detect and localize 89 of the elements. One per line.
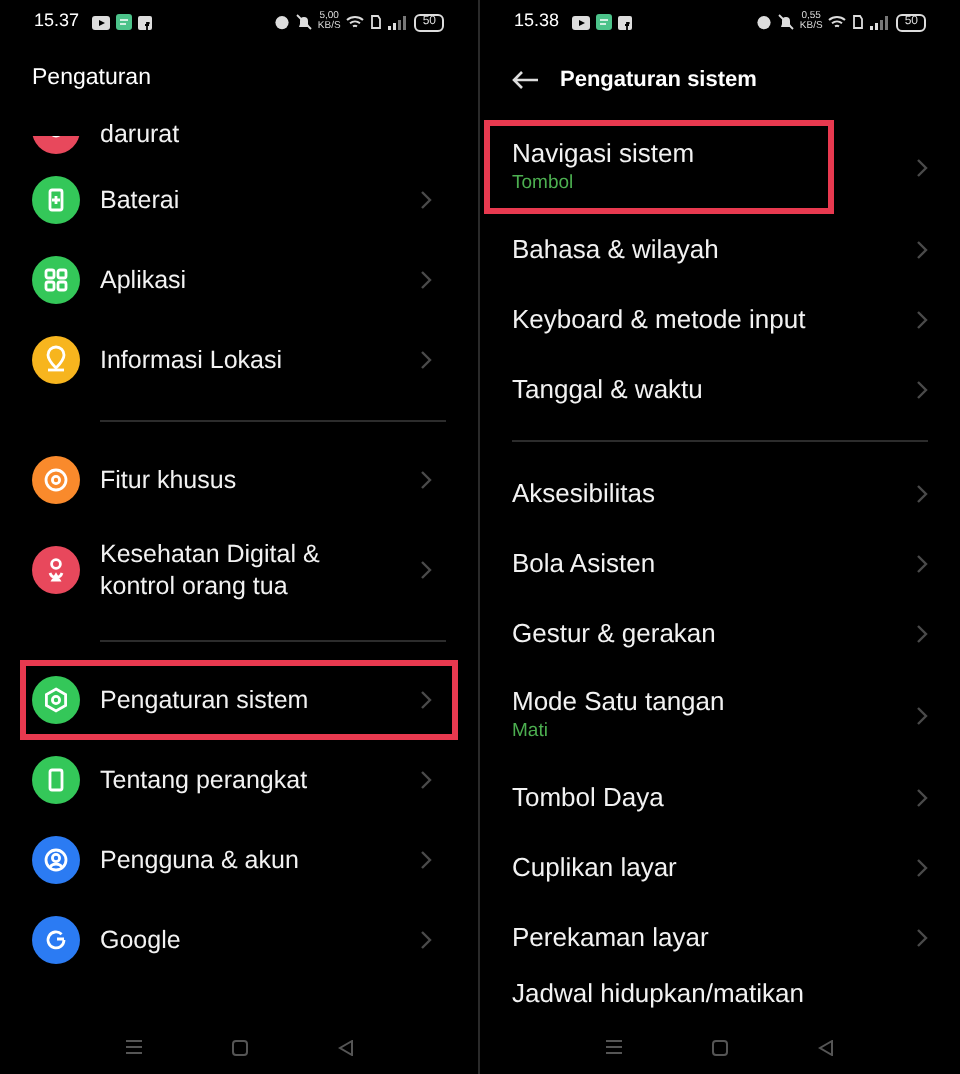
setting-label: Cuplikan layar (512, 851, 677, 883)
signal-icon (388, 15, 407, 29)
page-title: Pengaturan sistem (560, 65, 757, 96)
chevron-right-icon (916, 309, 928, 329)
back-icon[interactable] (818, 1039, 834, 1055)
setting-value: Tombol (512, 170, 576, 196)
chevron-right-icon (916, 857, 928, 877)
settings-item[interactable]: Perekaman layar (480, 902, 960, 972)
setting-label: Tanggal & waktu (512, 373, 703, 405)
settings-item[interactable]: Fitur khusus (20, 440, 458, 520)
setting-label: Baterai (100, 184, 180, 216)
setting-label: darurat (100, 118, 180, 150)
setting-label: Fitur khusus (100, 464, 237, 496)
chevron-right-icon (420, 930, 432, 950)
setting-label: Navigasi sistem (512, 138, 695, 170)
muted-bell-icon (777, 14, 794, 30)
setting-label: Mode Satu tangan (512, 686, 725, 718)
settings-item[interactable]: Mode Satu tangan Mati (480, 668, 960, 762)
home-icon[interactable] (712, 1039, 728, 1055)
settings-item[interactable]: Informasi Lokasi (20, 320, 458, 400)
chevron-right-icon (420, 190, 432, 210)
page-title: Pengaturan (32, 64, 151, 95)
settings-item[interactable]: Bola Asisten (480, 528, 960, 598)
chevron-right-icon (420, 770, 432, 790)
setting-label: Bahasa & wilayah (512, 233, 719, 265)
settings-item[interactable]: Gestur & gerakan (480, 598, 960, 668)
chevron-right-icon (916, 553, 928, 573)
settings-item[interactable]: Aplikasi (20, 240, 458, 320)
setting-label: Aplikasi (100, 264, 187, 296)
status-time: 15.37 (34, 8, 80, 35)
chevron-right-icon (420, 270, 432, 290)
setting-label: Gestur & gerakan (512, 617, 716, 649)
chevron-right-icon (420, 850, 432, 870)
settings-item[interactable]: Navigasi sistem Tombol (480, 120, 960, 214)
settings-item[interactable]: Pengguna & akun (20, 820, 458, 900)
settings-item[interactable]: Pengaturan sistem (20, 660, 458, 740)
setting-label: Informasi Lokasi (100, 344, 283, 376)
wifi-icon (346, 14, 365, 30)
sim-icon (370, 14, 383, 30)
setting-label: Pengaturan sistem (100, 684, 309, 716)
setting-label: Tombol Daya (512, 781, 664, 813)
chevron-right-icon (420, 350, 432, 370)
chat-icon (595, 14, 612, 30)
settings-item[interactable]: Kesehatan Digital & kontrol orang tua (20, 520, 458, 620)
back-arrow-icon[interactable] (512, 70, 538, 90)
settings-item[interactable]: Tanggal & waktu (480, 354, 960, 424)
wifi-icon (828, 14, 847, 30)
setting-label: Bola Asisten (512, 547, 656, 579)
setting-label: Jadwal hidupkan/matikan (512, 978, 804, 1010)
chevron-right-icon (420, 560, 432, 580)
settings-item[interactable]: Aksesibilitas (480, 458, 960, 528)
status-time: 15.38 (514, 8, 560, 35)
menu-icon[interactable] (606, 1040, 622, 1054)
menu-icon[interactable] (125, 1040, 141, 1054)
muted-bell-icon (295, 14, 312, 30)
setting-label: Perekaman layar (512, 921, 709, 953)
video-icon (91, 15, 110, 29)
settings-item[interactable]: Keyboard & metode input (480, 284, 960, 354)
setting-label: Google (100, 924, 181, 956)
chevron-right-icon (420, 470, 432, 490)
settings-item[interactable]: Tentang perangkat (20, 740, 458, 820)
signal-icon (870, 15, 889, 29)
chevron-right-icon (916, 483, 928, 503)
home-icon[interactable] (231, 1039, 247, 1055)
settings-item[interactable]: Bahasa & wilayah (480, 214, 960, 284)
video-icon (571, 15, 590, 29)
chevron-right-icon (916, 379, 928, 399)
chevron-right-icon (916, 787, 928, 807)
chevron-right-icon (916, 239, 928, 259)
chevron-right-icon (916, 623, 928, 643)
chevron-right-icon (420, 690, 432, 710)
setting-label: Kesehatan Digital & kontrol orang tua (100, 538, 322, 602)
chevron-right-icon (916, 927, 928, 947)
chat-icon (115, 14, 132, 30)
settings-item[interactable]: Cuplikan layar (480, 832, 960, 902)
settings-item[interactable]: Tombol Daya (480, 762, 960, 832)
setting-label: Tentang perangkat (100, 764, 308, 796)
setting-label: Pengguna & akun (100, 844, 299, 876)
settings-item[interactable]: darurat (20, 112, 458, 160)
setting-value: Mati (512, 718, 550, 744)
setting-label: Aksesibilitas (512, 477, 656, 509)
back-icon[interactable] (337, 1039, 353, 1055)
settings-item[interactable]: Google (20, 900, 458, 980)
settings-item[interactable]: Baterai (20, 160, 458, 240)
chevron-right-icon (916, 705, 928, 725)
setting-label: Keyboard & metode input (512, 303, 806, 335)
sim-icon (852, 14, 865, 30)
chevron-right-icon (916, 157, 928, 177)
settings-item[interactable]: Jadwal hidupkan/matikan (480, 972, 960, 1020)
